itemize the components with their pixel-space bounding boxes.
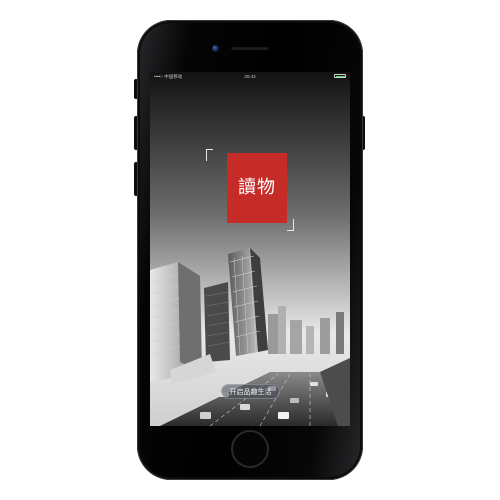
battery-icon	[334, 74, 346, 78]
status-time: 20:43	[244, 74, 256, 79]
frame-corner-top-left	[206, 149, 213, 161]
logo-text: 讀物	[238, 177, 276, 198]
status-bar: ••••○ 中国移动 20:43	[150, 72, 350, 81]
status-right	[334, 74, 346, 78]
home-button[interactable]	[231, 430, 269, 468]
earpiece-speaker	[231, 46, 269, 50]
frame-corner-bottom-right	[287, 219, 294, 231]
app-screen: ••••○ 中国移动 20:43 讀物 开启品趣生活	[150, 72, 350, 426]
start-button[interactable]: 开启品趣生活	[221, 384, 280, 399]
front-camera-icon	[212, 45, 219, 52]
battery-level	[335, 75, 345, 77]
app-logo: 讀物	[227, 153, 287, 223]
